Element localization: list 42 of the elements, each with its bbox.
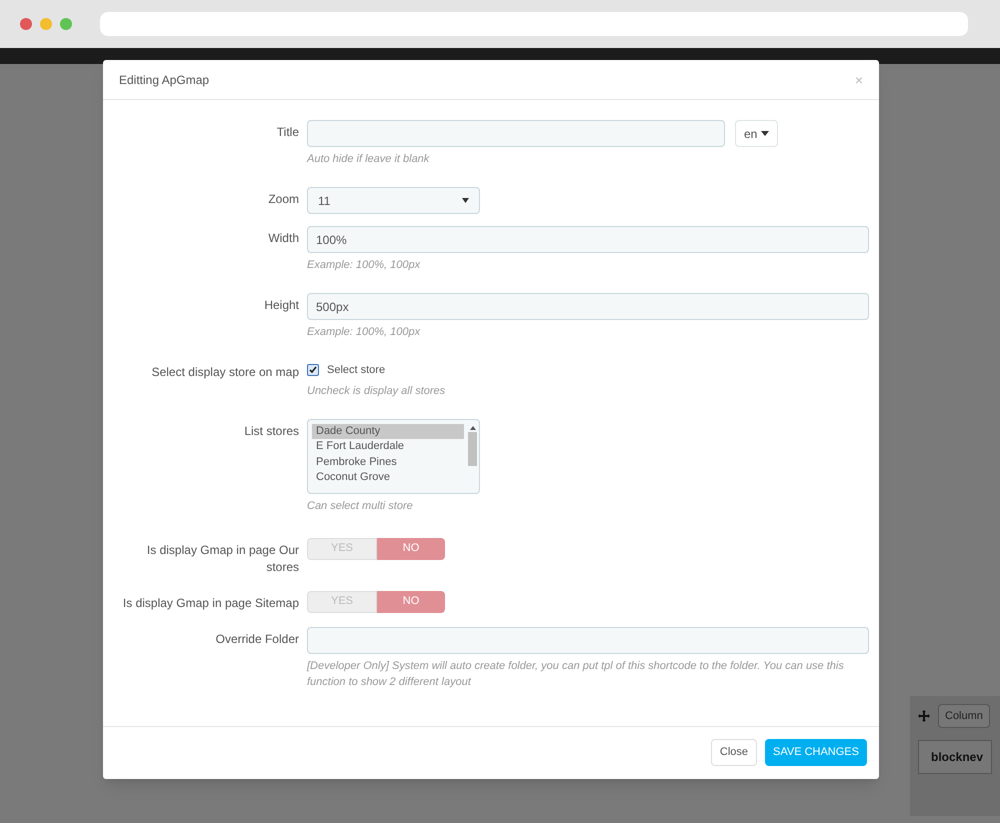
language-dropdown[interactable]: en — [735, 120, 778, 147]
help-text: [Developer Only] System will auto create folder, you can put tpl of this shortcode to the folder. You can use this function to show 2 different layout — [307, 658, 845, 690]
text-field[interactable] — [307, 626, 869, 654]
checkbox[interactable] — [307, 364, 319, 376]
help-text: Auto hide if leave it blank — [307, 152, 430, 167]
module-card[interactable]: blocknev — [918, 740, 992, 774]
no-option[interactable]: NO — [377, 590, 445, 612]
store-option[interactable]: Dade County — [312, 424, 464, 439]
store-option[interactable]: Coconut Grove — [312, 470, 464, 486]
field-label: Width — [268, 230, 299, 247]
store-listbox[interactable]: Dade County E Fort Lauderdale Pembroke Pines Coconut Grove — [307, 418, 480, 494]
save-changes-button[interactable]: SAVE CHANGES — [765, 739, 867, 766]
checkbox-label: Select store — [327, 363, 386, 378]
text-field[interactable]: 100% — [307, 226, 869, 253]
address-bar[interactable] — [100, 12, 968, 36]
store-option[interactable]: Pembroke Pines — [312, 454, 464, 470]
column-dropdown[interactable]: Column — [938, 704, 990, 728]
caret-icon — [462, 198, 469, 203]
zoom-select[interactable]: 11 — [307, 187, 480, 214]
help-text: Can select multi store — [307, 498, 414, 514]
field-label: Is display Gmap in page Sitemap — [122, 594, 299, 612]
check-icon — [309, 366, 317, 374]
close-button[interactable]: Close — [710, 739, 757, 766]
move-icon[interactable] — [918, 710, 930, 722]
store-option[interactable]: E Fort Lauderdale — [312, 439, 464, 454]
text-field[interactable] — [307, 120, 725, 147]
no-option[interactable]: NO — [377, 538, 445, 560]
field-label: List stores — [244, 422, 299, 440]
help-text: Example: 100%, 100px — [307, 325, 422, 340]
help-text: Example: 100%, 100px — [307, 258, 422, 273]
scroll-up-arrow-icon — [470, 426, 476, 430]
text-field[interactable]: 500px — [307, 293, 869, 320]
field-label: Zoom — [268, 191, 299, 208]
help-text: Uncheck is display all stores — [307, 384, 446, 398]
field-label: Override Folder — [216, 630, 299, 648]
field-label: Select display store on map — [152, 364, 299, 381]
field-label: Height — [264, 297, 299, 314]
caret-icon — [761, 131, 770, 136]
field-label: Is display Gmap in page Our stores — [146, 542, 299, 576]
field-label: Title — [276, 124, 299, 141]
modal-title: Editting ApGmap — [119, 72, 210, 88]
module-name: blocknev — [931, 749, 984, 765]
